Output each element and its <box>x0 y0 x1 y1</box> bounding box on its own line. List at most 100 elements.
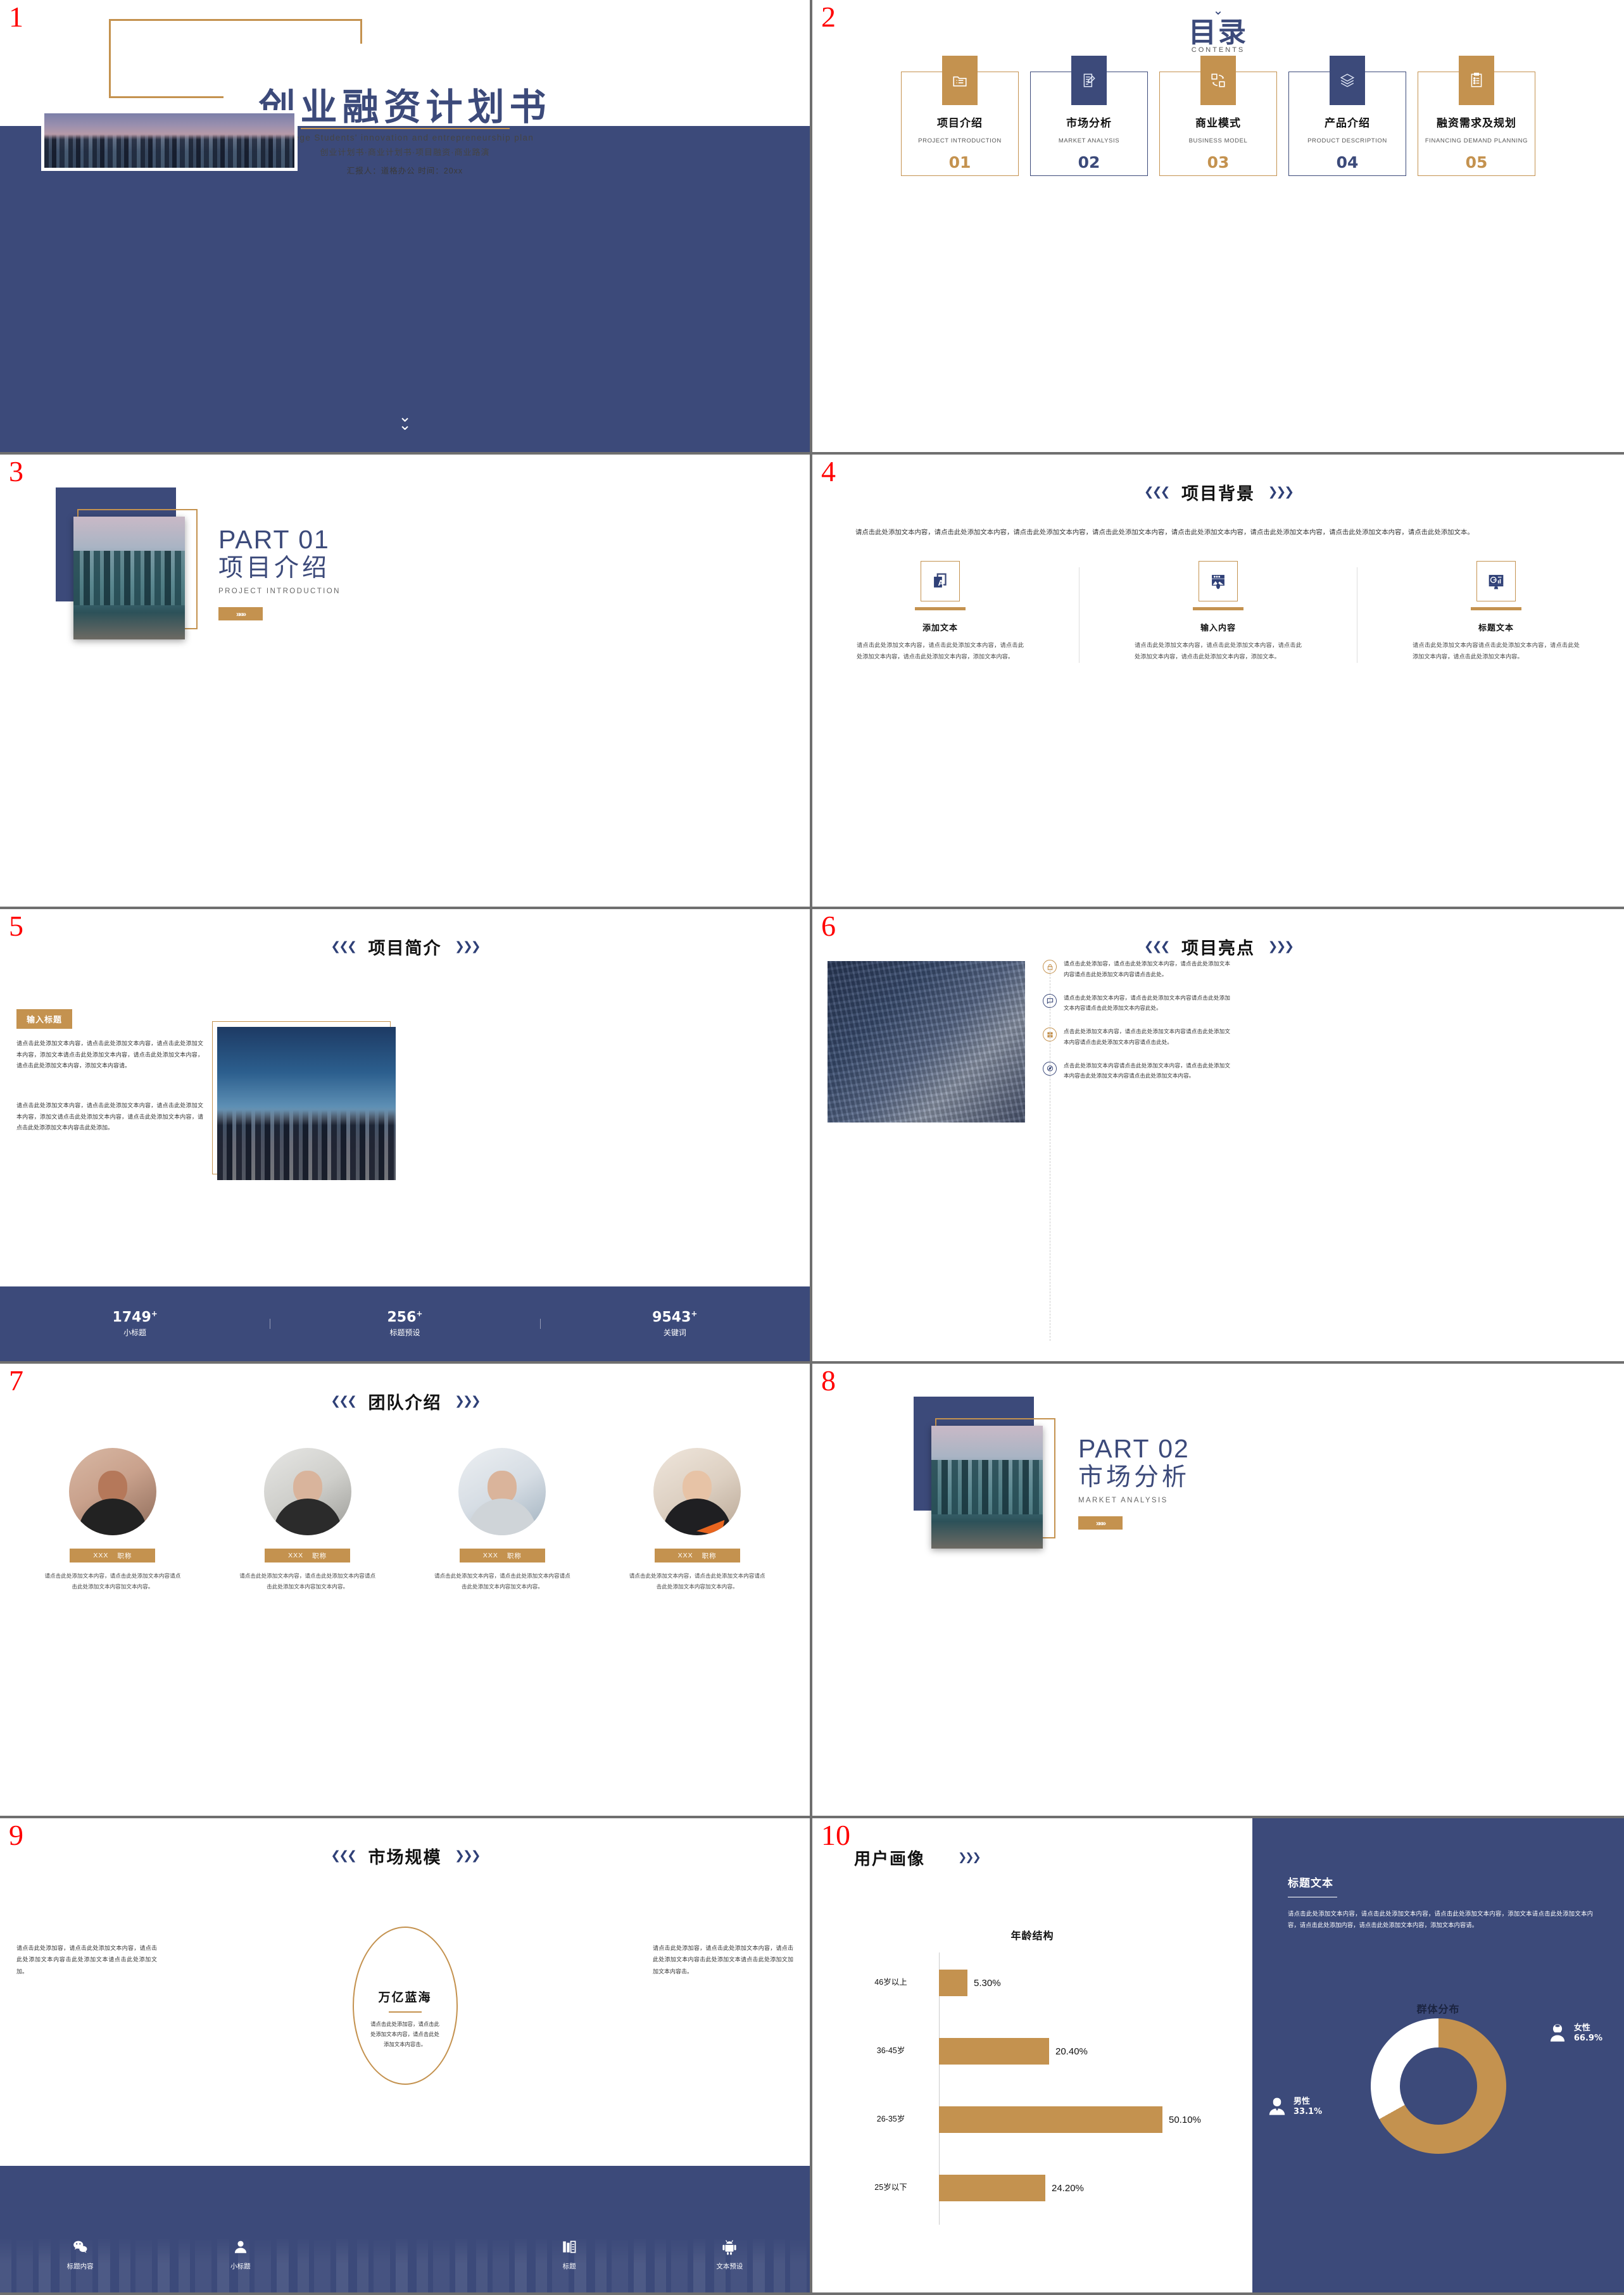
stat-item: 1749+ 小标题 <box>0 1309 270 1338</box>
member-name: XXX <box>482 1552 498 1559</box>
feature-column[interactable]: A 添加文本 请点击此处添加文本内容，请点击此处添加文本内容，请点击此处添加文本… <box>845 561 1035 663</box>
next-arrow-button[interactable]: »»» <box>218 607 263 621</box>
left-paragraph: 请点击此处添加容，请点击此处添加文本内容，请点击此处添加文本内容击此处添加文本请… <box>16 1945 157 1975</box>
slide-number: 6 <box>821 910 836 942</box>
contents-card[interactable]: 产品介绍 PRODUCT DESCRIPTION 04 <box>1288 56 1406 177</box>
chevron-double-down-icon: ⌄ <box>1212 4 1224 18</box>
next-arrow-button[interactable]: »»» <box>1078 1516 1123 1530</box>
slide-3[interactable]: 3 PART 01 项目介绍 PROJECT INTRODUCTION »»» <box>0 455 812 909</box>
stat-plus: + <box>691 1309 698 1318</box>
team-member[interactable]: XXX 职称 请点击此处添加文本内容，请点击此处添加文本内容请点击此处添加文本内… <box>222 1448 394 1592</box>
team-member[interactable]: XXX 职称 请点击此处添加文本内容，请点击此处添加文本内容请点击此处添加文本内… <box>416 1448 588 1592</box>
footer-icon-item[interactable]: 标题 <box>489 2239 649 2271</box>
slide-number: 10 <box>821 1819 850 1851</box>
slide-number: 4 <box>821 455 836 487</box>
section-title: ❮❮❮ 市场规模 ❯❯❯ <box>0 1818 810 1868</box>
dashboard-chart-icon <box>1476 561 1516 602</box>
legend-item-male: 男性 33.1% <box>1266 2096 1322 2117</box>
sunset-city-photo <box>217 1027 396 1180</box>
footer-icon-label: 文本预设 <box>716 2263 743 2270</box>
contents-card[interactable]: 商业模式 BUSINESS MODEL 03 <box>1159 56 1277 177</box>
section-title: ❮❮❮ 项目简介 ❯❯❯ <box>0 909 810 959</box>
feature-text: 请点击此处添加文本内容，请点击此处添加文本内容，请点击此处添加文本内容，请点击此… <box>857 642 1024 660</box>
compass-icon <box>1043 1061 1057 1076</box>
member-desc: 请点击此处添加文本内容，请点击此处添加文本内容请点击此处添加文本内容加文本内容。 <box>629 1573 765 1590</box>
part-title-en: MARKET ANALYSIS <box>1078 1497 1168 1505</box>
section-title-text: 市场规模 <box>368 1848 442 1867</box>
feature-column[interactable]: 输入内容 请点击此处添加文本内容，请点击此处添加文本内容，请点击此处添加文本内容… <box>1123 561 1313 663</box>
member-role: 职称 <box>312 1552 327 1560</box>
team-member-photo-1 <box>68 1448 156 1535</box>
member-name: XXX <box>677 1552 693 1559</box>
panel-paragraph: 请点击此处添加文本内容，请点击此处添加文本内容，请点击此处添加文本内容，添加文本… <box>1288 1910 1593 1929</box>
member-role: 职称 <box>117 1552 132 1560</box>
legend-value: 33.1% <box>1294 2106 1323 2116</box>
bar-chart: 46岁以上 5.30% 36-45岁 20.40% 26-35岁 50.10% … <box>849 1952 1235 2245</box>
contents-title-en: CONTENTS <box>1191 46 1245 54</box>
chevron-right-triple-icon: ❯❯❯ <box>454 940 481 953</box>
team-member[interactable]: XXX 职称 请点击此处添加文本内容，请点击此处添加文本内容请点击此处添加文本内… <box>611 1448 783 1592</box>
right-paragraph: 请点击此处添加容，请点击此处添加文本内容，请点击此处添加文本内容击此处添加文本请… <box>653 1945 793 1975</box>
card-subtitle: BUSINESS MODEL <box>1188 137 1248 145</box>
footer-spacer <box>321 2239 489 2271</box>
contents-card[interactable]: 市场分析 MARKET ANALYSIS 02 <box>1030 56 1148 177</box>
slide-4[interactable]: 4 ❮❮❮ 项目背景 ❯❯❯ 请点击此处添加文本内容，请点击此处添加文本内容，请… <box>812 455 1624 909</box>
member-name-badge: XXX 职称 <box>265 1549 351 1562</box>
part-title-cn: 项目介绍 <box>218 555 330 582</box>
section-title-text: 项目简介 <box>368 939 442 958</box>
member-name: XXX <box>288 1552 304 1559</box>
feature-column[interactable]: 标题文本 请点击此处添加文本内容请点击此处添加文本内容，请点击此处添加文本内容，… <box>1401 561 1591 663</box>
stat-label: 关键词 <box>663 1328 686 1338</box>
bar-category-label: 36-45岁 <box>876 2046 905 2056</box>
contents-card[interactable]: 融资需求及规划 FINANCING DEMAND PLANNING 05 <box>1418 56 1535 177</box>
feature-heading: 输入内容 <box>1200 623 1236 633</box>
slide-number: 9 <box>9 1819 23 1851</box>
card-title: 项目介绍 <box>937 117 983 130</box>
mountain-photo-icon <box>1199 561 1238 602</box>
slide-10[interactable]: 10 用户画像 ❯❯❯ 年龄结构 46岁以上 5.30% 36-45岁 20.4… <box>812 1818 1624 2295</box>
card-title: 融资需求及规划 <box>1437 117 1516 130</box>
footer-icon-item[interactable]: 标题内容 <box>0 2239 160 2271</box>
list-item[interactable]: 请点击此处添加文本内容，请点击此处添加文本内容请点击此处添加文本内容请点击此处添… <box>1043 993 1230 1014</box>
footer-icon-item[interactable]: 小标题 <box>160 2239 320 2271</box>
slide-2[interactable]: 2 ⌄ 目录 CONTENTS 项目介绍 PROJECT INTRODUCTIO… <box>812 0 1624 455</box>
page-title: 用户画像 <box>854 1849 926 1868</box>
list-item[interactable]: 点击此处添加文本内容，请点击此处添加文本内容请点击此处添加文本内容请点击此处添加… <box>1043 1026 1230 1048</box>
list-item[interactable]: 点击此处添加文本内容请点击此处添加文本内容，请点击此处添加文本内容击此处添加文本… <box>1043 1060 1230 1082</box>
footer-icon-label: 标题内容 <box>66 2263 94 2270</box>
footer-icon-label: 小标题 <box>230 2263 251 2270</box>
slide-5[interactable]: 5 ❮❮❮ 项目简介 ❯❯❯ 输入标题 请点击此处添加文本内容，请点击此处添加文… <box>0 909 812 1364</box>
slide-8[interactable]: 8 PART 02 市场分析 MARKET ANALYSIS »»» <box>812 1364 1624 1818</box>
slide-1[interactable]: 1 创业融资计划书 College Students' innovation a… <box>0 0 812 455</box>
contents-card[interactable]: 项目介绍 PROJECT INTRODUCTION 01 <box>901 56 1019 177</box>
slide-number: 2 <box>821 1 836 33</box>
slide-6[interactable]: 6 ❮❮❮ 项目亮点 ❯❯❯ 请点击此处添加容，请点击此处添加文本内容，请点击此… <box>812 909 1624 1364</box>
folder-list-icon <box>942 56 978 106</box>
clipboard-list-icon <box>1459 56 1494 106</box>
lead-paragraph: 请点击此处添加文本内容，请点击此处添加文本内容，请点击此处添加文本内容，请点击此… <box>855 529 1474 536</box>
team-member-photo-3 <box>458 1448 546 1535</box>
team-member[interactable]: XXX 职称 请点击此处添加文本内容，请点击此处添加文本内容请点击此处添加文本内… <box>27 1448 199 1592</box>
oval-title: 万亿蓝海 <box>378 1991 432 2004</box>
legend-label: 女性 <box>1573 2023 1590 2033</box>
divider-image-stack <box>914 1397 1072 1555</box>
chevron-left-triple-icon: ❮❮❮ <box>1143 940 1171 953</box>
stat-item: 256+ 标题预设 <box>270 1309 539 1338</box>
slide-number: 7 <box>9 1364 23 1397</box>
list-item[interactable]: 请点击此处添加容，请点击此处添加文本内容，请点击此处添加文本内容请点击此处添加文… <box>1043 959 1230 980</box>
card-number: 02 <box>1078 153 1100 172</box>
highlight-list: 请点击此处添加容，请点击此处添加文本内容，请点击此处添加文本内容请点击此处添加文… <box>1043 959 1230 1094</box>
footer-icon-item[interactable]: 文本预设 <box>650 2239 810 2271</box>
list-item-text: 点击此处添加文本内容请点击此处添加文本内容，请点击此处添加文本内容击此处添加文本… <box>1064 1062 1230 1079</box>
contents-card-list: 项目介绍 PROJECT INTRODUCTION 01 市场分析 MARKET… <box>812 56 1624 177</box>
chevron-right-triple-icon: ❯❯❯ <box>454 1849 481 1863</box>
city-skyline-photo <box>41 110 298 171</box>
slide-7[interactable]: 7 ❮❮❮ 团队介绍 ❯❯❯ XXX 职称 请点击此处添加文本内容，请点击此处添… <box>0 1364 812 1818</box>
stats-row: 1749+ 小标题 256+ 标题预设 9543+ 关键词 <box>0 1286 810 1361</box>
feature-heading: 标题文本 <box>1478 623 1514 633</box>
stat-label: 小标题 <box>123 1328 147 1338</box>
list-item-text: 请点击此处添加容，请点击此处添加文本内容，请点击此处添加文本内容请点击此处添加文… <box>1064 960 1230 978</box>
card-number: 04 <box>1336 153 1359 172</box>
slide-9[interactable]: 9 ❮❮❮ 市场规模 ❯❯❯ 请点击此处添加容，请点击此处添加文本内容，请点击此… <box>0 1818 812 2295</box>
lock-icon <box>1043 960 1057 974</box>
